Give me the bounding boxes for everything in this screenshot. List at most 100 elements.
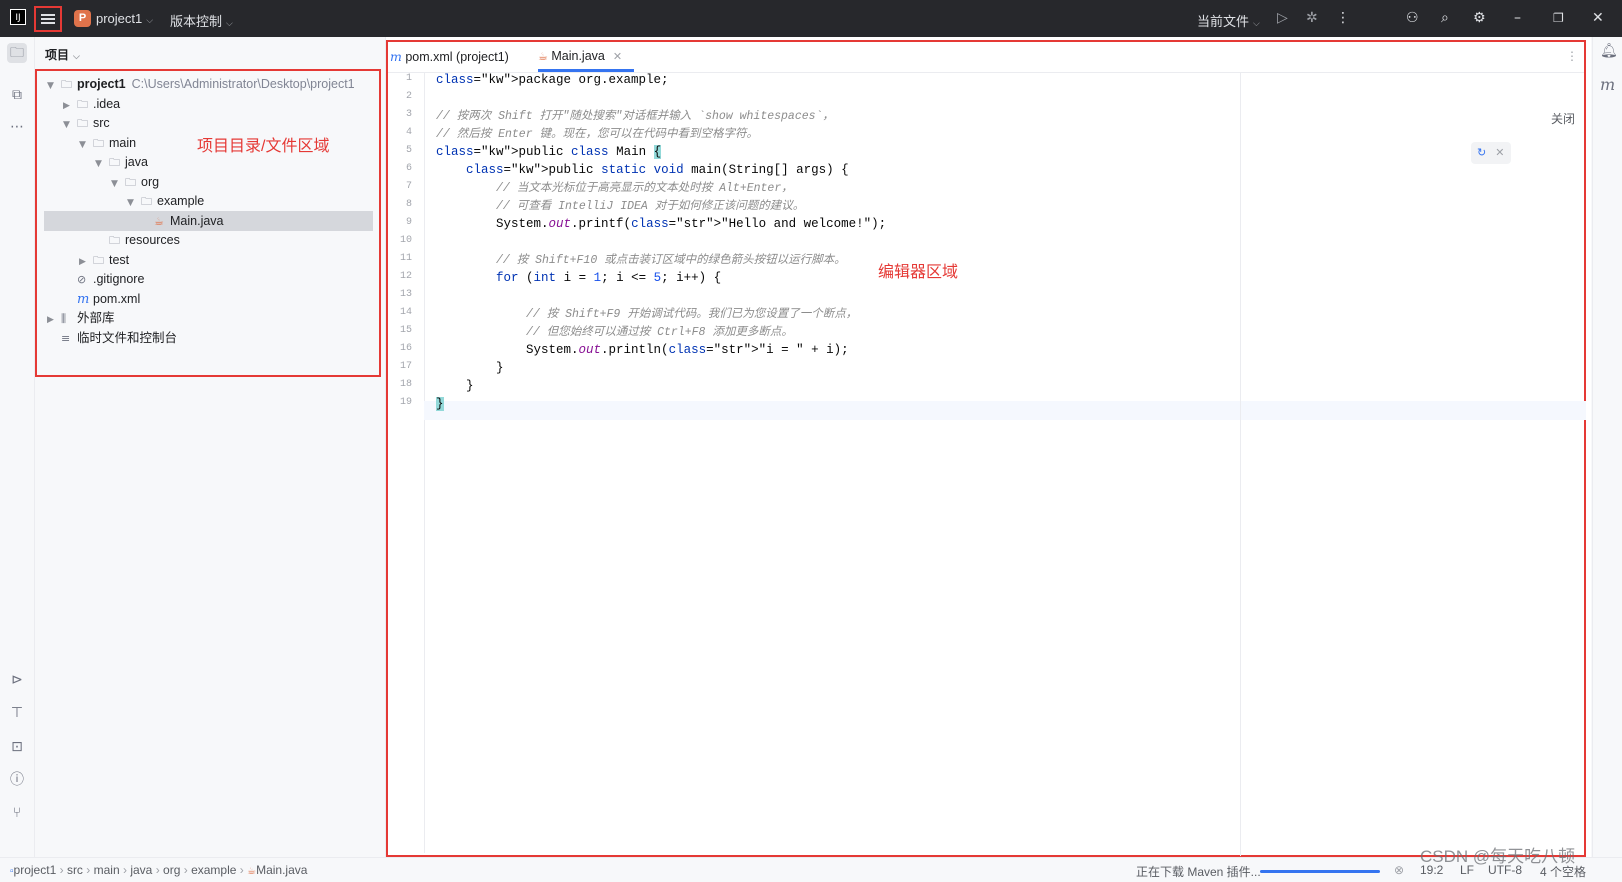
breadcrumb-item[interactable]: example	[191, 863, 236, 877]
more-tools-icon[interactable]: ⋯	[7, 117, 27, 137]
add-user-icon[interactable]: ⚇	[1406, 10, 1419, 26]
tree-node-java[interactable]: ▼ 🗀 java	[95, 152, 148, 172]
code-line[interactable]: // 然后按 Enter 键。现在，您可以在代码中看到空格字符。	[436, 125, 758, 144]
minimize-icon[interactable]: –	[1514, 10, 1521, 26]
expand-arrow-icon[interactable]: ▼	[95, 154, 109, 174]
settings-icon[interactable]: ⚙	[1473, 10, 1486, 26]
panel-title: 项目	[45, 48, 70, 62]
vcs-menu[interactable]: 版本控制 ⌵	[170, 11, 233, 30]
tree-label: test	[109, 253, 130, 267]
line-number: 18	[399, 379, 412, 390]
run-config-selector[interactable]: 当前文件 ⌵	[1197, 11, 1260, 30]
code-line[interactable]: // 当文本光标位于高亮显示的文本处时按 Alt+Enter，	[436, 179, 793, 198]
chevron-down-icon: ⌵	[226, 18, 233, 28]
line-number: 16	[399, 343, 412, 354]
breadcrumb-item[interactable]: project1	[14, 863, 57, 877]
project-tool-icon[interactable]: 🗀	[7, 43, 27, 63]
code-line[interactable]: class="kw">public static void main(Strin…	[436, 161, 849, 179]
tab-main-java[interactable]: ☕ Main.java ✕	[538, 42, 635, 72]
code-line[interactable]: // 但您始终可以通过按 Ctrl+F8 添加更多断点。	[436, 323, 793, 342]
git-tool-icon[interactable]: ⑂	[7, 803, 27, 823]
maven-icon: m	[77, 292, 90, 307]
project-panel-header[interactable]: 项目 ⌵	[45, 46, 80, 63]
tree-node-project1[interactable]: ▼ 🗀 project1 C:\Users\Administrator\Desktop…	[47, 74, 355, 94]
main-menu-button[interactable]	[34, 6, 62, 32]
tree-node-main-java[interactable]: ☕ Main.java	[44, 211, 373, 231]
code-line[interactable]: // 按 Shift+F9 开始调试代码。我们已为您设置了一个断点，	[436, 305, 857, 324]
expand-arrow-icon[interactable]: ▶	[47, 310, 61, 330]
project-badge[interactable]: P	[74, 10, 91, 27]
code-line[interactable]: }	[436, 377, 474, 395]
tree-node-pom[interactable]: m pom.xml	[77, 289, 140, 309]
code-line[interactable]: System.out.printf(class="str">"Hello and…	[436, 215, 886, 233]
code-line[interactable]: }	[436, 395, 444, 413]
expand-arrow-icon[interactable]: ▼	[127, 193, 141, 213]
close-tab-icon[interactable]: ✕	[613, 51, 622, 63]
breadcrumb-item[interactable]: main	[94, 863, 120, 877]
tree-node-gitignore[interactable]: ⊘ .gitignore	[77, 269, 144, 289]
breadcrumb-item[interactable]: Main.java	[256, 863, 307, 877]
breadcrumb-item[interactable]: src	[67, 863, 83, 877]
project-area-annotation: 项目目录/文件区域	[197, 138, 330, 155]
expand-arrow-icon[interactable]: ▼	[111, 174, 125, 194]
code-line[interactable]: for (int i = 1; i <= 5; i++) {	[436, 269, 721, 287]
build-tool-icon[interactable]: ⊤	[7, 703, 27, 723]
gitignore-icon: ⊘	[77, 273, 87, 286]
code-line[interactable]: // 按 Shift+F10 或点击装订区域中的绿色箭头按钮以运行脚本。	[436, 251, 846, 270]
reload-maven-widget[interactable]: ↻ ✕	[1471, 142, 1511, 164]
tree-node-src[interactable]: ▼ 🗀 src	[63, 113, 110, 133]
close-icon[interactable]: ✕	[1592, 10, 1604, 26]
tree-node-idea[interactable]: ▶ 🗀 .idea	[63, 94, 120, 114]
status-bar: ▫project1 › src › main › java › org › ex…	[0, 857, 1622, 882]
expand-arrow-icon[interactable]: ▼	[47, 76, 61, 96]
expand-arrow-icon[interactable]: ▼	[79, 135, 93, 155]
expand-arrow-icon[interactable]: ▼	[63, 115, 77, 135]
folder-icon: 🗀	[109, 234, 120, 247]
tree-node-test[interactable]: ▶ 🗀 test	[79, 250, 129, 270]
breadcrumb-item[interactable]: java	[130, 863, 152, 877]
tree-node-resources[interactable]: 🗀 resources	[109, 230, 180, 250]
search-icon[interactable]: ⌕	[1441, 10, 1449, 26]
module-folder-icon: 🗀	[61, 78, 72, 91]
run-icon[interactable]: ▷	[1277, 10, 1288, 26]
project-switcher[interactable]: project1 ⌵	[96, 11, 153, 26]
breadcrumb-item[interactable]: org	[163, 863, 180, 877]
line-number: 9	[405, 217, 412, 228]
code-line[interactable]: }	[436, 359, 504, 377]
cancel-task-icon[interactable]: ⊗	[1394, 863, 1404, 877]
code-line[interactable]: // 可查看 IntelliJ IDEA 对于如何修正该问题的建议。	[436, 197, 804, 216]
chevron-down-icon: ⌵	[73, 51, 80, 61]
tab-actions-icon[interactable]: ⋮	[1566, 49, 1578, 63]
tree-node-example[interactable]: ▼ 🗀 example	[127, 191, 204, 211]
tab-label: Main.java	[551, 49, 605, 63]
tree-node-scratches[interactable]: ≡ 临时文件和控制台	[61, 328, 177, 348]
maven-reload-icon[interactable]: ↻	[1477, 147, 1486, 159]
terminal-tool-icon[interactable]: ⊡	[7, 737, 27, 757]
app-logo-icon: IJ	[10, 9, 26, 25]
restore-icon[interactable]: ❐	[1553, 10, 1564, 26]
folder-icon: 🗀	[93, 254, 104, 267]
code-line[interactable]: class="kw">package org.example;	[436, 71, 669, 89]
close-icon[interactable]: ✕	[1495, 147, 1504, 159]
code-line[interactable]: class="kw">public class Main {	[436, 143, 662, 161]
library-icon: ⫼	[61, 312, 67, 325]
more-icon[interactable]: ⋮	[1336, 10, 1350, 26]
structure-tool-icon[interactable]: ⧉	[7, 85, 27, 105]
tree-node-main[interactable]: ▼ 🗀 main	[79, 133, 136, 153]
code-line[interactable]: // 按两次 Shift 打开"随处搜索"对话框并输入 `show whites…	[436, 107, 834, 126]
notifications-icon[interactable]: 🔔︎	[1600, 43, 1618, 59]
tab-pom-xml[interactable]: m pom.xml (project1)	[390, 42, 509, 72]
services-tool-icon[interactable]: ⊳	[7, 670, 27, 690]
tree-label: project1	[77, 77, 126, 91]
code-line[interactable]: System.out.println(class="str">"i = " + …	[436, 341, 849, 359]
watermark: CSDN @每天吃八顿	[1420, 847, 1576, 866]
close-hint[interactable]: 关闭	[1551, 110, 1575, 127]
background-task-label[interactable]: 正在下载 Maven 插件...	[1136, 863, 1261, 880]
tree-node-org[interactable]: ▼ 🗀 org	[111, 172, 159, 192]
folder-icon: 🗀	[141, 195, 152, 208]
tree-node-external-libraries[interactable]: ▶ ⫼ 外部库	[47, 308, 115, 328]
debug-icon[interactable]: ✲	[1306, 10, 1318, 26]
task-progress-bar	[1260, 870, 1380, 873]
problems-tool-icon[interactable]: ⓘ	[7, 770, 27, 790]
maven-tool-icon[interactable]: m	[1600, 75, 1615, 94]
